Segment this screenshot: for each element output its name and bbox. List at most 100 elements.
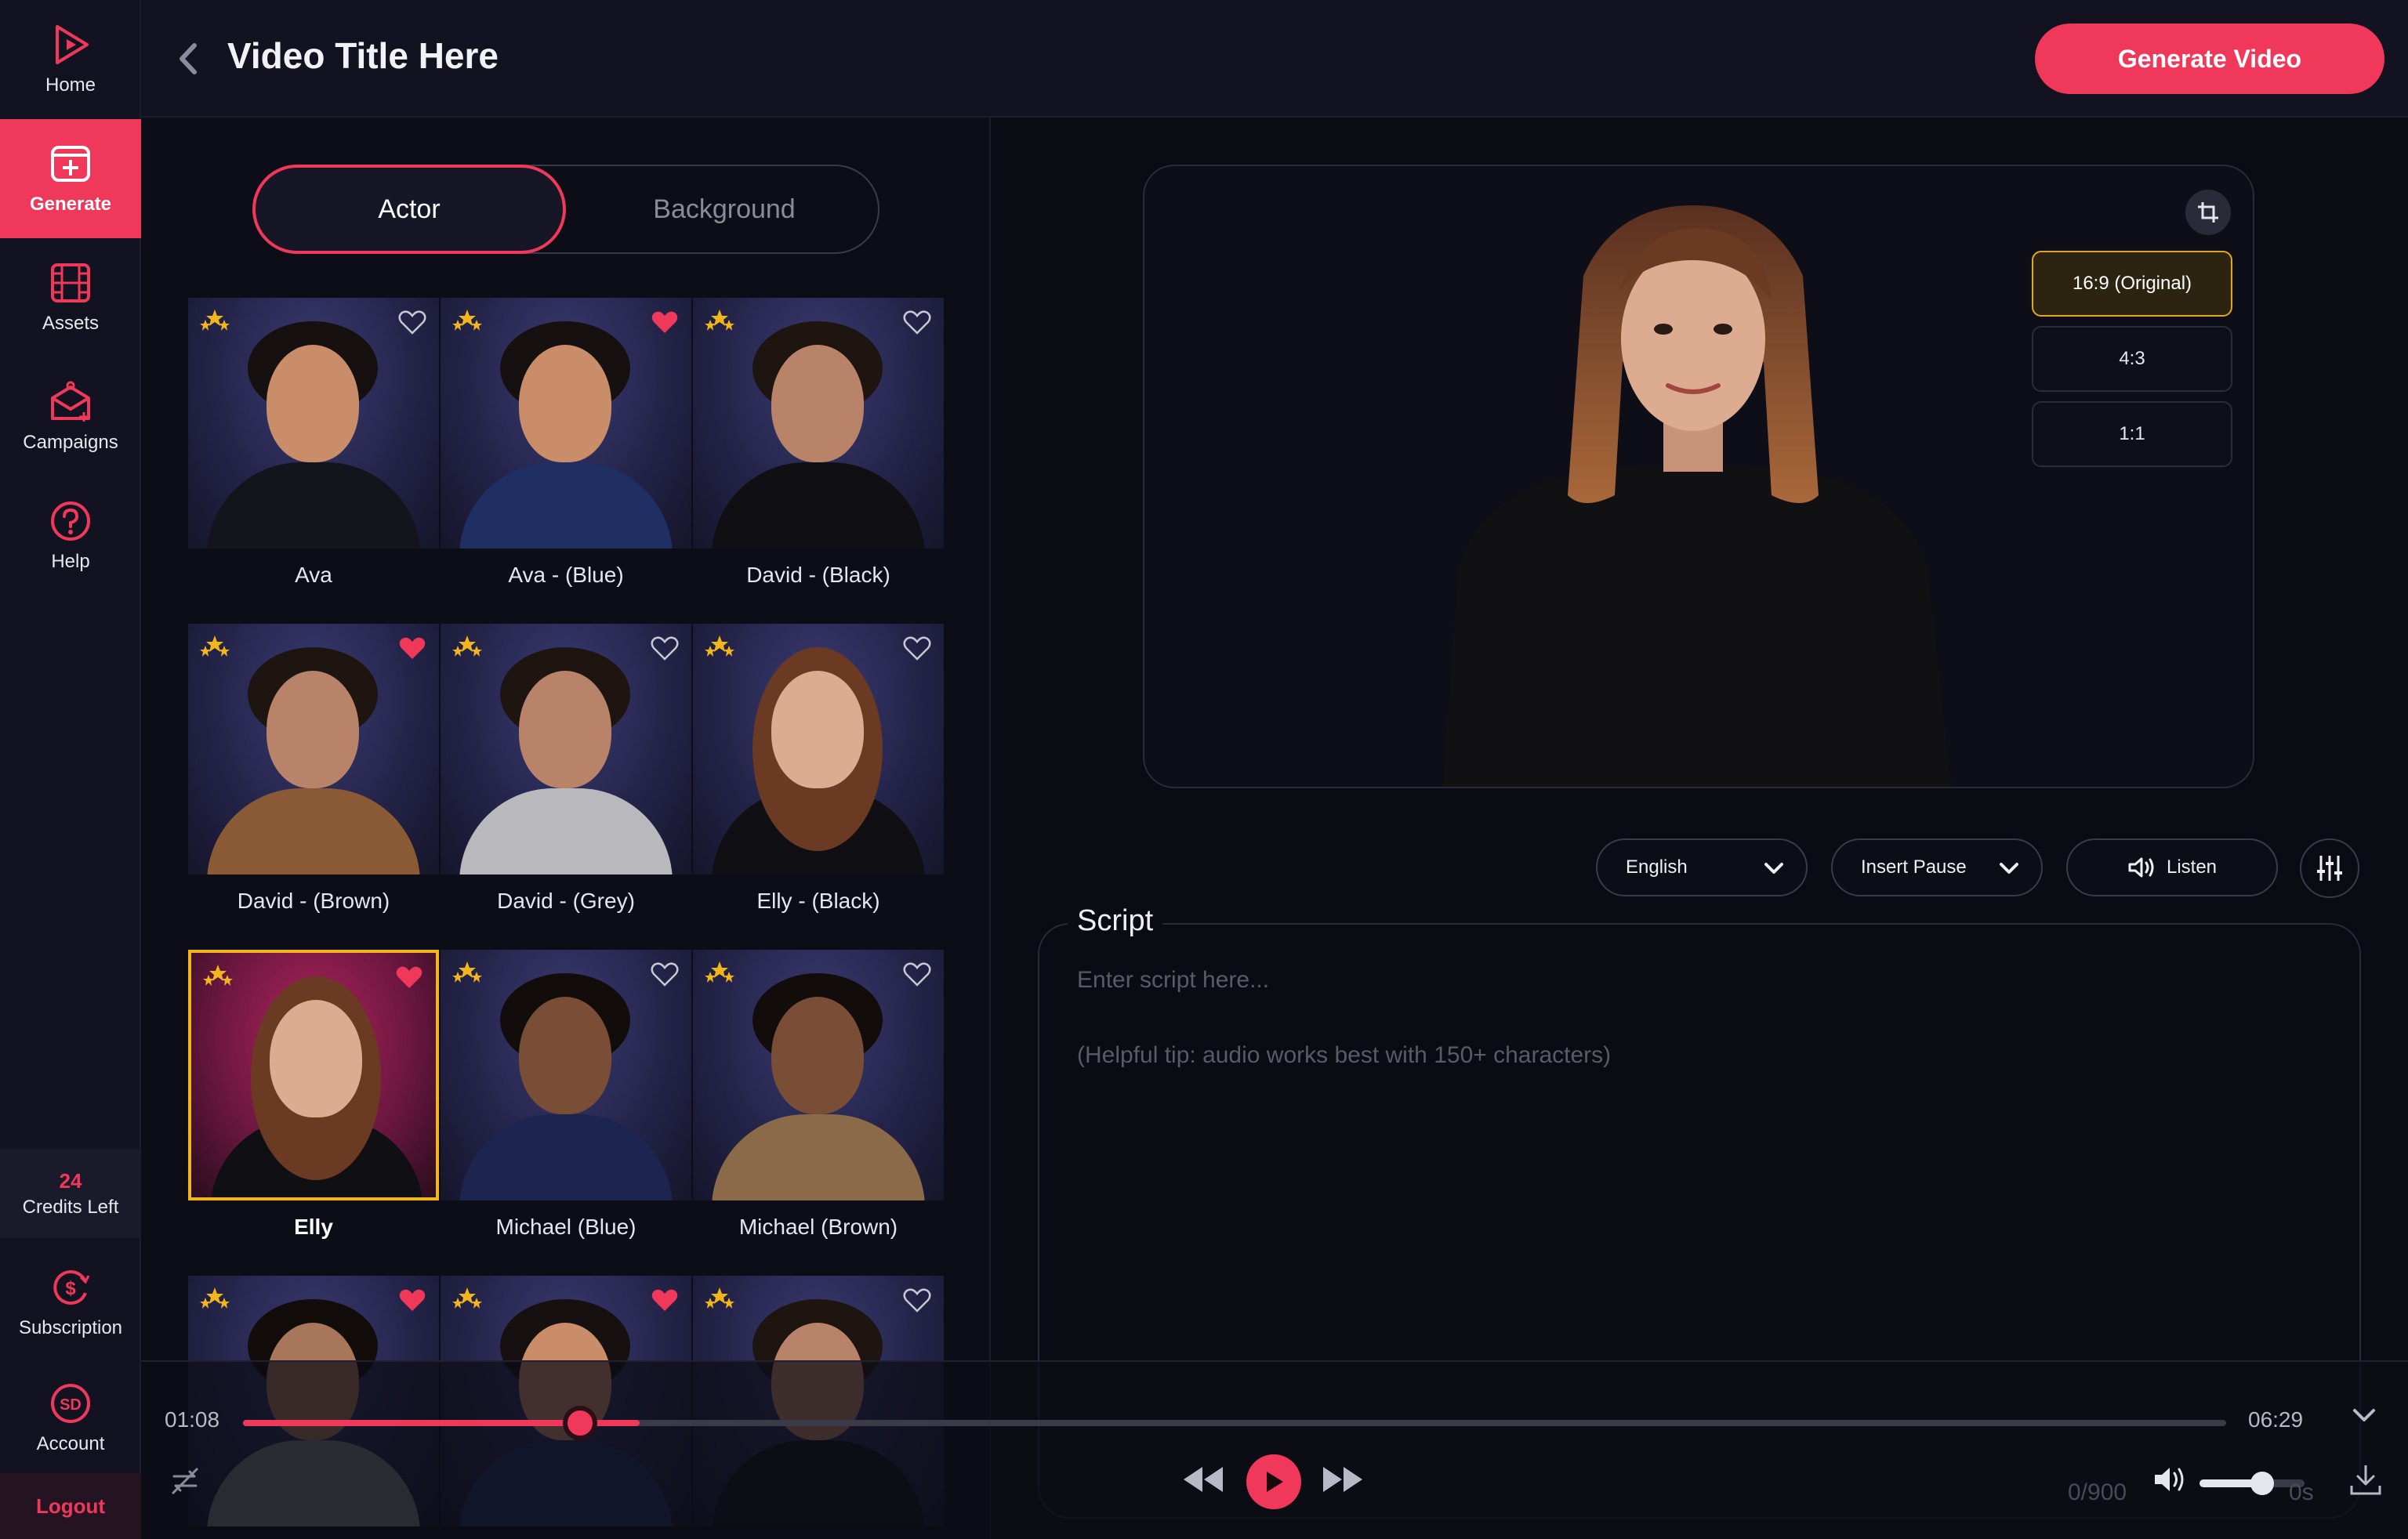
logout-button[interactable]: Logout bbox=[0, 1473, 141, 1539]
credits-label: Credits Left bbox=[22, 1196, 119, 1218]
ratio-4-3-button[interactable]: 4:3 bbox=[2032, 326, 2232, 392]
heart-filled-icon[interactable] bbox=[398, 1288, 426, 1313]
heart-outline-icon[interactable] bbox=[903, 310, 931, 335]
script-tip: (Helpful tip: audio works best with 150+… bbox=[1077, 1042, 1612, 1068]
actor-thumbnail[interactable] bbox=[441, 950, 691, 1200]
nav-account-label: Account bbox=[36, 1433, 105, 1454]
actor-background-toggle: Actor Background bbox=[252, 165, 879, 254]
actor-thumbnail[interactable] bbox=[188, 624, 439, 875]
actor-face bbox=[270, 1000, 362, 1117]
premium-stars-icon bbox=[452, 961, 482, 983]
nav-account[interactable]: SD Account bbox=[0, 1359, 141, 1478]
nav-help[interactable]: Help bbox=[0, 476, 141, 596]
actor-card[interactable]: David - (Grey) bbox=[441, 624, 691, 937]
actor-card[interactable]: David - (Brown) bbox=[188, 624, 439, 937]
ratio-16-9-button[interactable]: 16:9 (Original) bbox=[2032, 251, 2232, 317]
actor-body bbox=[459, 462, 673, 549]
insert-pause-label: Insert Pause bbox=[1861, 856, 1967, 878]
tab-background[interactable]: Background bbox=[568, 166, 881, 252]
actor-thumbnail[interactable] bbox=[441, 298, 691, 549]
play-button[interactable] bbox=[1246, 1454, 1301, 1509]
heart-outline-icon[interactable] bbox=[903, 1288, 931, 1313]
nav-subscription[interactable]: $ Subscription bbox=[0, 1243, 141, 1362]
volume-handle[interactable] bbox=[2250, 1472, 2274, 1495]
download-icon[interactable] bbox=[2348, 1462, 2383, 1497]
heart-outline-icon[interactable] bbox=[398, 310, 426, 335]
generate-video-button[interactable]: Generate Video bbox=[2035, 24, 2384, 94]
nav-assets-label: Assets bbox=[42, 313, 100, 334]
heart-filled-icon[interactable] bbox=[398, 636, 426, 661]
speaker-icon bbox=[2128, 857, 2154, 878]
heart-outline-icon[interactable] bbox=[651, 962, 679, 987]
actor-thumbnail[interactable] bbox=[693, 624, 944, 875]
listen-button[interactable]: Listen bbox=[2066, 838, 2278, 896]
nav-campaigns[interactable]: Campaigns bbox=[0, 357, 141, 476]
actor-name: Elly bbox=[294, 1215, 333, 1239]
premium-stars-icon bbox=[452, 636, 482, 657]
actor-thumbnail[interactable] bbox=[693, 298, 944, 549]
fast-forward-icon[interactable] bbox=[1322, 1462, 1365, 1497]
tab-actor[interactable]: Actor bbox=[252, 165, 566, 254]
crop-icon[interactable] bbox=[2185, 190, 2231, 235]
credits-panel: 24 Credits Left bbox=[0, 1149, 141, 1238]
credits-count: 24 bbox=[59, 1168, 82, 1193]
actor-thumbnail[interactable] bbox=[441, 624, 691, 875]
actor-card[interactable]: Elly bbox=[188, 950, 439, 1263]
insert-pause-select[interactable]: Insert Pause bbox=[1831, 838, 2043, 896]
nav-generate-label: Generate bbox=[29, 194, 112, 215]
add-video-icon bbox=[49, 142, 92, 186]
actor-face bbox=[771, 997, 864, 1114]
premium-stars-icon bbox=[705, 1287, 734, 1309]
actor-name: Michael (Brown) bbox=[738, 1215, 898, 1239]
actor-thumbnail[interactable] bbox=[188, 950, 439, 1200]
actor-card[interactable]: Michael (Brown) bbox=[693, 950, 944, 1263]
play-icon bbox=[1267, 1472, 1283, 1492]
actor-card[interactable]: Michael (Blue) bbox=[441, 950, 691, 1263]
actor-card[interactable]: Ava - (Blue) bbox=[441, 298, 691, 611]
char-counter: 0/900 bbox=[2068, 1479, 2127, 1505]
premium-stars-icon bbox=[452, 1287, 482, 1309]
actor-face bbox=[771, 345, 864, 462]
current-time: 01:08 bbox=[165, 1407, 220, 1432]
actor-body bbox=[459, 1114, 673, 1200]
collapse-chevron-icon[interactable] bbox=[2352, 1406, 2377, 1425]
actor-body bbox=[207, 788, 420, 875]
actor-thumbnail[interactable] bbox=[693, 950, 944, 1200]
heart-outline-icon[interactable] bbox=[903, 962, 931, 987]
film-icon bbox=[49, 261, 92, 305]
sidebar: Home Generate Assets Campaigns Help 24 C… bbox=[0, 0, 141, 1539]
script-input[interactable]: Enter script here... bbox=[1077, 967, 1269, 994]
chevron-down-icon bbox=[1764, 863, 1783, 874]
heart-outline-icon[interactable] bbox=[903, 636, 931, 661]
page-title[interactable]: Video Title Here bbox=[227, 34, 499, 77]
rewind-icon[interactable] bbox=[1180, 1462, 1224, 1497]
language-select[interactable]: English bbox=[1596, 838, 1808, 896]
seek-handle[interactable] bbox=[563, 1406, 597, 1440]
heart-filled-icon[interactable] bbox=[395, 965, 423, 990]
nav-generate[interactable]: Generate bbox=[0, 119, 141, 238]
actor-card[interactable]: Elly - (Black) bbox=[693, 624, 944, 937]
premium-stars-icon bbox=[200, 1287, 230, 1309]
nav-help-label: Help bbox=[51, 551, 90, 572]
actor-thumbnail[interactable] bbox=[188, 298, 439, 549]
heart-filled-icon[interactable] bbox=[651, 310, 679, 335]
actor-body bbox=[459, 788, 673, 875]
nav-home[interactable]: Home bbox=[0, 0, 141, 119]
premium-stars-icon bbox=[200, 636, 230, 657]
heart-outline-icon[interactable] bbox=[651, 636, 679, 661]
back-arrow-icon[interactable] bbox=[172, 39, 204, 78]
ratio-1-1-button[interactable]: 1:1 bbox=[2032, 401, 2232, 467]
repeat-off-icon[interactable] bbox=[168, 1464, 202, 1498]
duration-seconds: 0s bbox=[2289, 1479, 2314, 1505]
actor-name: David - (Grey) bbox=[497, 889, 635, 913]
seek-bar[interactable] bbox=[243, 1406, 2226, 1440]
audio-settings-icon[interactable] bbox=[2300, 838, 2359, 898]
actor-card[interactable]: Ava bbox=[188, 298, 439, 611]
heart-filled-icon[interactable] bbox=[651, 1288, 679, 1313]
actor-name: David - (Black) bbox=[746, 563, 890, 587]
actor-name: Ava bbox=[295, 563, 332, 587]
nav-assets[interactable]: Assets bbox=[0, 238, 141, 357]
actor-card[interactable]: David - (Black) bbox=[693, 298, 944, 611]
listen-label: Listen bbox=[2166, 856, 2218, 878]
volume-icon[interactable] bbox=[2152, 1464, 2187, 1495]
